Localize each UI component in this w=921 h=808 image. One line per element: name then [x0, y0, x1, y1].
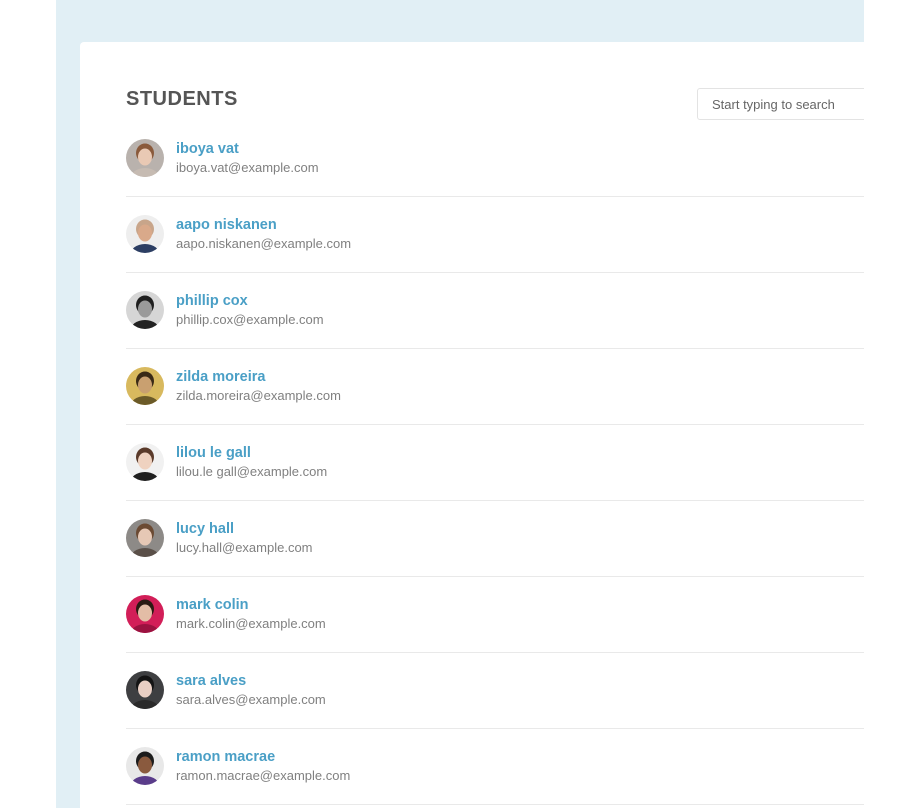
avatar[interactable] — [126, 215, 164, 253]
avatar[interactable] — [126, 595, 164, 633]
student-name-link[interactable]: aapo niskanen — [176, 217, 277, 233]
student-email: zilda.moreira@example.com — [176, 388, 341, 403]
student-email: iboya.vat@example.com — [176, 160, 319, 175]
avatar-photo — [126, 291, 164, 329]
student-email: ramon.macrae@example.com — [176, 768, 351, 783]
avatar[interactable] — [126, 139, 164, 177]
student-name-link[interactable]: mark colin — [176, 597, 249, 613]
page-background: STUDENTS iboya vat iboya.vat@example.com… — [56, 0, 864, 808]
student-name-link[interactable]: sara alves — [176, 673, 246, 689]
avatar-photo — [126, 519, 164, 557]
student-email: lucy.hall@example.com — [176, 540, 313, 555]
avatar[interactable] — [126, 291, 164, 329]
student-email: lilou.le gall@example.com — [176, 464, 328, 479]
student-row: zilda moreira zilda.moreira@example.com — [126, 349, 864, 425]
student-row: ramon macrae ramon.macrae@example.com — [126, 729, 864, 805]
student-row: lucy hall lucy.hall@example.com — [126, 501, 864, 577]
search-input[interactable] — [697, 88, 864, 120]
student-email: aapo.niskanen@example.com — [176, 236, 352, 251]
avatar-photo — [126, 215, 164, 253]
avatar-photo — [126, 139, 164, 177]
page-title: STUDENTS — [126, 88, 238, 110]
student-row: mark colin mark.colin@example.com — [126, 577, 864, 653]
student-email: sara.alves@example.com — [176, 692, 326, 707]
student-row: lilou le gall lilou.le gall@example.com — [126, 425, 864, 501]
student-email: mark.colin@example.com — [176, 616, 326, 631]
avatar-photo — [126, 595, 164, 633]
student-list: iboya vat iboya.vat@example.com aapo nis… — [126, 121, 864, 805]
student-name-link[interactable]: ramon macrae — [176, 749, 275, 765]
avatar[interactable] — [126, 367, 164, 405]
avatar[interactable] — [126, 747, 164, 785]
student-row: aapo niskanen aapo.niskanen@example.com — [126, 197, 864, 273]
avatar-photo — [126, 443, 164, 481]
avatar-photo — [126, 747, 164, 785]
student-name-link[interactable]: phillip cox — [176, 293, 248, 309]
student-name-link[interactable]: zilda moreira — [176, 369, 265, 385]
avatar[interactable] — [126, 443, 164, 481]
avatar[interactable] — [126, 519, 164, 557]
student-email: phillip.cox@example.com — [176, 312, 324, 327]
avatar-photo — [126, 671, 164, 709]
student-row: iboya vat iboya.vat@example.com — [126, 121, 864, 197]
student-row: phillip cox phillip.cox@example.com — [126, 273, 864, 349]
student-name-link[interactable]: lucy hall — [176, 521, 234, 537]
student-name-link[interactable]: iboya vat — [176, 141, 239, 157]
avatar-photo — [126, 367, 164, 405]
student-row: sara alves sara.alves@example.com — [126, 653, 864, 729]
student-name-link[interactable]: lilou le gall — [176, 445, 251, 461]
students-card: STUDENTS iboya vat iboya.vat@example.com… — [80, 42, 864, 808]
avatar[interactable] — [126, 671, 164, 709]
